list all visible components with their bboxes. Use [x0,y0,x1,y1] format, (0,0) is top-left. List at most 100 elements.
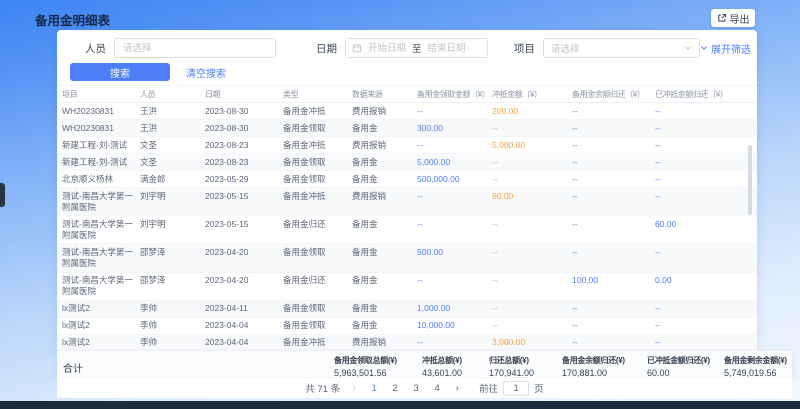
table-cell: 2023-08-30 [205,103,283,119]
table-cell: 2023-04-04 [205,318,283,334]
filter-section: 人员 日期 至 项目 请选择 展开 [57,30,757,86]
summary-item: 已冲抵金额归还(¥)60.00 [647,355,724,378]
table-cell: -- [572,335,655,350]
table-cell: -- [417,273,492,300]
clear-search-link[interactable]: 清空搜索 [186,65,226,80]
table-cell: -- [492,318,572,334]
table-cell: 费用报销 [352,188,417,215]
table-cell: 邵梦泽 [140,244,205,271]
start-date-input[interactable] [362,43,412,54]
table-cell: -- [655,301,757,317]
table-cell: lx测试2 [62,318,140,334]
table-cell: -- [572,154,655,170]
calendar-icon [352,43,362,53]
export-button[interactable]: 导出 [711,9,755,27]
column-header: 日期 [205,89,283,100]
expand-filters-link[interactable]: 展开筛选 [700,41,751,56]
summary-item: 归还总额(¥)170,941.00 [489,355,562,378]
table-cell: 2023-04-20 [205,244,283,271]
table-cell: 测试-南昌大学第一附属医院 [62,273,140,300]
table-cell: 费用报销 [352,103,417,119]
project-select-placeholder: 请选择 [551,41,580,55]
export-icon [717,13,727,23]
sidebar-collapse-handle[interactable] [0,183,5,207]
column-header: 冲抵金额（¥） [492,89,572,100]
expand-filters-label: 展开筛选 [711,41,751,56]
content-card: 人员 日期 至 项目 请选择 展开 [57,30,757,350]
table-row: 测试-南昌大学第一附属医院邵梦泽2023-04-20备用金归还备用金----10… [57,273,757,301]
summary-item-label: 备用金领取总额(¥) [334,355,422,366]
table-cell: 备用金 [352,273,417,300]
page-title: 备用金明细表 [35,10,110,29]
table-cell: -- [572,188,655,215]
table-cell: WH20230831 [62,120,140,136]
page-button[interactable]: 3 [410,383,422,394]
next-page-button[interactable]: › [450,383,464,394]
date-range-picker[interactable]: 至 [345,38,488,58]
table-cell: 备用金冲抵 [283,103,352,119]
table-cell: -- [655,154,757,170]
table-cell: 2023-05-15 [205,188,283,215]
table-cell: -- [572,103,655,119]
summary-item: 备用金剩余金额(¥)5,749,019.56 [724,355,800,378]
summary-item-label: 备用金剩余金额(¥) [724,355,800,366]
search-button[interactable]: 搜索 [70,63,170,81]
table-cell: -- [572,301,655,317]
page-button[interactable]: 4 [431,383,443,394]
table-cell: 备用金 [352,216,417,243]
page-button[interactable]: 1 [368,383,380,394]
table-cell: -- [655,318,757,334]
table-cell: 备用金领取 [283,171,352,187]
table-cell: 费用报销 [352,335,417,350]
prev-page-button[interactable]: ‹ [347,383,361,394]
person-filter-label: 人员 [85,41,106,56]
table-cell: 备用金 [352,120,417,136]
table-row: 测试-南昌大学第一附属医院邵梦泽2023-04-20备用金领取备用金500.00… [57,244,757,272]
table-cell: -- [492,301,572,317]
vertical-scrollbar[interactable] [748,145,752,215]
person-select-input[interactable] [114,38,276,58]
table-cell: 备用金冲抵 [283,137,352,153]
summary-bar: 合计 备用金领取总额(¥)5,963,501.56冲抵总额(¥)43,601.0… [57,350,792,377]
table-row: WH20230831王洪2023-08-30备用金冲抵费用报销--200.00-… [57,103,757,120]
table-cell: 文圣 [140,137,205,153]
summary-item-label: 归还总额(¥) [489,355,562,366]
table-cell: -- [492,171,572,187]
column-header: 备用金余额归还（¥） [572,89,655,100]
table-row: lx测试2李帅2023-04-04备用金冲抵费用报销--3,000.00---- [57,335,757,350]
table-cell: 1,000.00 [417,301,492,317]
table-cell: 500.00 [417,244,492,271]
table-cell: -- [655,335,757,350]
table-cell: 60.00 [655,216,757,243]
end-date-input[interactable] [422,43,472,54]
table-cell: 备用金领取 [283,120,352,136]
table-row: WH20230831王洪2023-08-30备用金领取备用金300.00----… [57,120,757,137]
table-cell: 2023-08-23 [205,137,283,153]
project-select[interactable]: 请选择 [543,38,700,58]
table-cell: 测试-南昌大学第一附属医院 [62,188,140,215]
table-cell: 2023-04-04 [205,335,283,350]
table-cell: 王洪 [140,120,205,136]
table-cell: 北京顺义杨林 [62,171,140,187]
table-cell: -- [572,171,655,187]
table-cell: 60.00 [492,188,572,215]
table-cell: -- [655,137,757,153]
export-label: 导出 [730,11,750,26]
table-cell: -- [492,154,572,170]
table-cell: 备用金领取 [283,301,352,317]
table-header: 项目人员日期类型数据来源备用金领取金额（¥）冲抵金额（¥）备用金余额归还（¥）已… [57,86,757,103]
table-cell: 新建工程-刘-测试 [62,137,140,153]
table-cell: 测试-南昌大学第一附属医院 [62,216,140,243]
table-cell: 刘宇明 [140,188,205,215]
table-cell: 满金郎 [140,171,205,187]
column-header: 数据来源 [352,89,417,100]
table-cell: 备用金归还 [283,216,352,243]
table-cell: lx测试2 [62,335,140,350]
table-cell: 5,000.00 [417,154,492,170]
page-button[interactable]: 2 [389,383,401,394]
goto-page-label: 前往 [479,381,498,395]
table-row: 北京顺义杨林满金郎2023-05-29备用金领取备用金500,000.00---… [57,171,757,188]
goto-page-input[interactable] [503,381,529,396]
table-cell: 刘宇明 [140,216,205,243]
column-header: 类型 [283,89,352,100]
